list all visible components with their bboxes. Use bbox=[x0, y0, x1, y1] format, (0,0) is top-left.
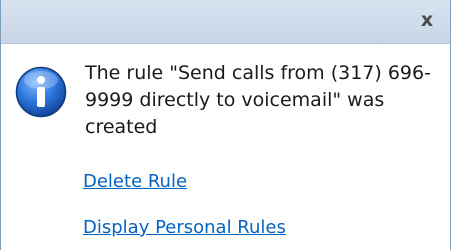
rule-created-dialog: x The rule "Send calls from (317) 696-99… bbox=[0, 0, 451, 250]
rule-created-message: The rule "Send calls from (317) 696-9999… bbox=[85, 62, 431, 138]
close-icon[interactable]: x bbox=[421, 10, 433, 30]
display-personal-rules-link[interactable]: Display Personal Rules bbox=[83, 217, 286, 238]
info-icon bbox=[15, 66, 67, 118]
dialog-titlebar: x bbox=[1, 0, 450, 44]
close-button[interactable]: x bbox=[414, 6, 440, 34]
delete-rule-link[interactable]: Delete Rule bbox=[83, 171, 187, 192]
